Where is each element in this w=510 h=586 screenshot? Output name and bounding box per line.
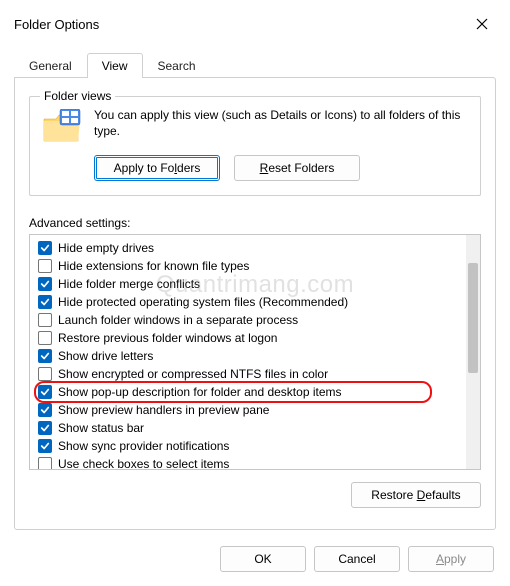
checkbox[interactable]	[38, 385, 52, 399]
checkbox[interactable]	[38, 457, 52, 469]
tab-search[interactable]: Search	[143, 53, 211, 78]
dialog-title: Folder Options	[14, 17, 99, 32]
advanced-item-label: Show preview handlers in preview pane	[58, 403, 269, 417]
close-icon	[476, 18, 488, 30]
cancel-button[interactable]: Cancel	[314, 546, 400, 572]
advanced-item[interactable]: Show sync provider notifications	[38, 437, 460, 455]
advanced-item-label: Hide folder merge conflicts	[58, 277, 200, 291]
advanced-item-label: Show pop-up description for folder and d…	[58, 385, 342, 399]
checkbox[interactable]	[38, 421, 52, 435]
folder-views-legend: Folder views	[40, 89, 115, 103]
checkbox[interactable]	[38, 313, 52, 327]
advanced-settings-label: Advanced settings:	[29, 216, 481, 230]
advanced-item-label: Show sync provider notifications	[58, 439, 229, 453]
tab-panel-view: Quantrimang.com Folder views	[14, 77, 496, 530]
advanced-item-label: Launch folder windows in a separate proc…	[58, 313, 298, 327]
advanced-item[interactable]: Hide extensions for known file types	[38, 257, 460, 275]
apply-to-folders-button[interactable]: Apply to Folders	[94, 155, 220, 181]
apply-button[interactable]: Apply	[408, 546, 494, 572]
folder-views-group: Folder views You can apply t	[29, 96, 481, 196]
advanced-item-label: Use check boxes to select items	[58, 457, 229, 469]
checkbox[interactable]	[38, 241, 52, 255]
restore-defaults-button[interactable]: Restore Defaults	[351, 482, 481, 508]
reset-folders-button[interactable]: Reset Folders	[234, 155, 360, 181]
folder-icon	[42, 109, 82, 145]
advanced-item-label: Hide protected operating system files (R…	[58, 295, 348, 309]
tabstrip: General View Search	[14, 52, 496, 77]
advanced-item[interactable]: Use check boxes to select items	[38, 455, 460, 469]
titlebar: Folder Options	[0, 0, 510, 46]
advanced-item[interactable]: Hide empty drives	[38, 239, 460, 257]
checkbox[interactable]	[38, 277, 52, 291]
tab-view[interactable]: View	[87, 53, 143, 78]
ok-button[interactable]: OK	[220, 546, 306, 572]
checkbox[interactable]	[38, 259, 52, 273]
dialog-footer: OK Cancel Apply	[0, 540, 510, 586]
advanced-item[interactable]: Show preview handlers in preview pane	[38, 401, 460, 419]
scrollbar[interactable]	[466, 235, 480, 469]
advanced-item-label: Restore previous folder windows at logon	[58, 331, 277, 345]
advanced-item-label: Hide extensions for known file types	[58, 259, 249, 273]
checkbox[interactable]	[38, 295, 52, 309]
advanced-item[interactable]: Show status bar	[38, 419, 460, 437]
checkbox[interactable]	[38, 439, 52, 453]
advanced-item-label: Show status bar	[58, 421, 144, 435]
advanced-item[interactable]: Restore previous folder windows at logon	[38, 329, 460, 347]
advanced-settings-box: Hide empty drives Hide extensions for kno…	[29, 234, 481, 470]
advanced-item[interactable]: Show encrypted or compressed NTFS files …	[38, 365, 460, 383]
advanced-item[interactable]: Launch folder windows in a separate proc…	[38, 311, 460, 329]
advanced-item[interactable]: Hide folder merge conflicts	[38, 275, 460, 293]
advanced-item[interactable]: Show pop-up description for folder and d…	[38, 383, 460, 401]
dialog-body: General View Search Quantrimang.com Fold…	[0, 46, 510, 540]
close-button[interactable]	[468, 10, 496, 38]
advanced-item-label: Show drive letters	[58, 349, 153, 363]
checkbox[interactable]	[38, 331, 52, 345]
scrollbar-thumb[interactable]	[468, 263, 478, 373]
advanced-settings-list[interactable]: Hide empty drives Hide extensions for kno…	[30, 235, 466, 469]
checkbox[interactable]	[38, 349, 52, 363]
checkbox[interactable]	[38, 367, 52, 381]
advanced-item-label: Show encrypted or compressed NTFS files …	[58, 367, 328, 381]
folder-views-text: You can apply this view (such as Details…	[94, 107, 468, 139]
advanced-item[interactable]: Hide protected operating system files (R…	[38, 293, 460, 311]
checkbox[interactable]	[38, 403, 52, 417]
advanced-item[interactable]: Show drive letters	[38, 347, 460, 365]
advanced-item-label: Hide empty drives	[58, 241, 154, 255]
folder-options-dialog: Folder Options General View Search Quant…	[0, 0, 510, 586]
tab-general[interactable]: General	[14, 53, 87, 78]
